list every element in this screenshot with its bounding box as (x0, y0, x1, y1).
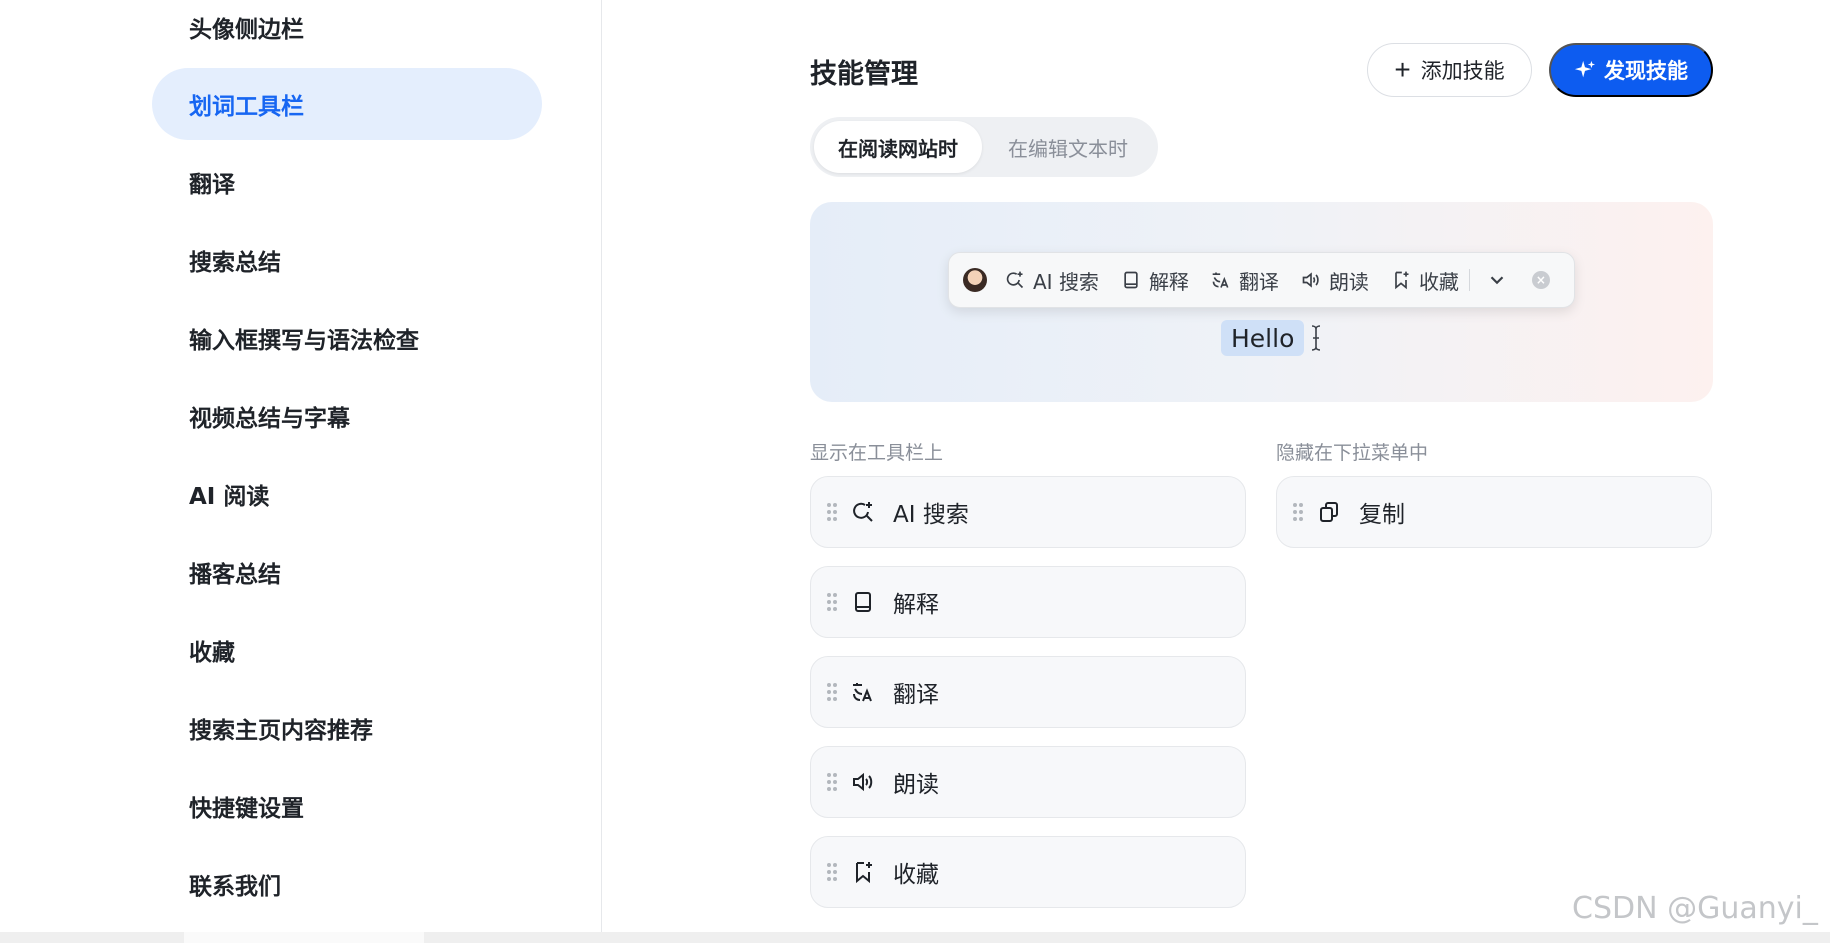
settings-sidebar: 头像侧边栏 划词工具栏 翻译 搜索总结 输入框撰写与语法检查 视频总结与字幕 A… (0, 0, 602, 932)
sidebar-item-selection-toolbar[interactable]: 划词工具栏 (152, 68, 542, 140)
sidebar-item-label: AI 阅读 (189, 484, 270, 510)
scrollbar-thumb[interactable] (184, 932, 424, 943)
skill-card-ai-search[interactable]: AI 搜索 (810, 476, 1246, 548)
translate-icon (853, 683, 872, 702)
drag-handle-icon[interactable] (1291, 501, 1305, 523)
horizontal-scrollbar[interactable] (0, 932, 1830, 943)
skill-card-explain[interactable]: 解释 (810, 566, 1246, 638)
book-icon (855, 592, 871, 612)
sidebar-item-label: 翻译 (189, 172, 235, 198)
toolbar-item-explain: 解释 (1121, 266, 1189, 295)
sidebar-item-ai-reading[interactable]: AI 阅读 (152, 458, 542, 530)
plus-icon: + (1394, 54, 1411, 85)
speaker-icon (853, 772, 873, 792)
bookmark-icon (856, 862, 872, 884)
skill-label: 翻译 (893, 682, 939, 708)
toolbar-item-favorite: 收藏 (1391, 266, 1459, 295)
toolbar-item-ai-search: AI 搜索 (1005, 266, 1099, 295)
speaker-icon (1302, 272, 1319, 288)
shown-skills-label: 显示在工具栏上 (810, 442, 944, 464)
sidebar-item-shortcuts[interactable]: 快捷键设置 (152, 770, 542, 842)
drag-handle-icon[interactable] (825, 771, 839, 793)
sidebar-item-label: 搜索主页内容推荐 (189, 718, 373, 744)
skill-label: 解释 (893, 592, 939, 618)
toolbar-item-read-aloud: 朗读 (1301, 266, 1369, 295)
sidebar-item-contact-us[interactable]: 联系我们 (152, 848, 542, 920)
skill-card-favorite[interactable]: 收藏 (810, 836, 1246, 908)
sidebar-item-search-summary[interactable]: 搜索总结 (152, 224, 542, 296)
skill-label: AI 搜索 (893, 502, 969, 528)
toolbar-item-label: 解释 (1148, 269, 1189, 294)
book-icon (1124, 271, 1138, 289)
sidebar-item-video-summary[interactable]: 视频总结与字幕 (152, 380, 542, 452)
discover-skills-label: 发现技能 (1604, 60, 1688, 83)
sidebar-item-homepage-recommend[interactable]: 搜索主页内容推荐 (152, 692, 542, 764)
toolbar-item-translate: 翻译 (1211, 266, 1279, 295)
avatar (963, 268, 987, 292)
sidebar-item-label: 收藏 (189, 640, 235, 666)
drag-handle-icon[interactable] (825, 861, 839, 883)
tab-editing-text[interactable]: 在编辑文本时 (982, 121, 1154, 173)
copy-icon (1320, 502, 1338, 522)
hidden-skills-label: 隐藏在下拉菜单中 (1276, 442, 1429, 464)
sidebar-item-label: 搜索总结 (189, 250, 281, 276)
context-tabs: 在阅读网站时 在编辑文本时 (810, 117, 1158, 177)
translate-icon (1212, 272, 1229, 288)
toolbar-item-label: AI 搜索 (1033, 269, 1099, 294)
sidebar-item-label: 输入框撰写与语法检查 (189, 328, 419, 354)
drag-handle-icon[interactable] (825, 591, 839, 613)
sidebar-item-translate[interactable]: 翻译 (152, 146, 542, 218)
text-cursor-icon (1311, 325, 1321, 351)
skill-card-copy[interactable]: 复制 (1276, 476, 1712, 548)
toolbar-item-label: 翻译 (1238, 269, 1279, 294)
skill-management-panel: 技能管理 + 添加技能 发现技能 在阅读网站时 在编辑文本时 AI 搜索 解释 … (603, 0, 1830, 932)
search-sparkle-icon (853, 502, 873, 522)
search-sparkle-icon (1006, 271, 1024, 289)
chevron-down-icon (1490, 276, 1504, 285)
skill-card-translate[interactable]: 翻译 (810, 656, 1246, 728)
skill-label: 复制 (1359, 502, 1405, 528)
sidebar-item-label: 划词工具栏 (189, 94, 304, 120)
selected-text: Hello (1221, 320, 1305, 356)
sidebar-item-label: 播客总结 (189, 562, 281, 588)
sidebar-item-label: 视频总结与字幕 (189, 406, 350, 432)
sidebar-item-podcast-summary[interactable]: 播客总结 (152, 536, 542, 608)
discover-skills-button[interactable]: 发现技能 (1549, 43, 1713, 97)
sparkle-icon (1574, 60, 1596, 78)
toolbar-item-label: 朗读 (1328, 269, 1369, 294)
tab-reading-websites[interactable]: 在阅读网站时 (814, 121, 982, 173)
add-skill-button[interactable]: + 添加技能 (1367, 43, 1532, 97)
sidebar-item-writing-grammar[interactable]: 输入框撰写与语法检查 (152, 302, 542, 374)
preview-selection-toolbar: AI 搜索 解释 翻译 朗读 收藏 × (948, 252, 1575, 308)
close-icon: × (1531, 271, 1550, 289)
sidebar-item-label: 快捷键设置 (189, 796, 304, 822)
sidebar-item-label: 头像侧边栏 (189, 17, 304, 43)
add-skill-label: 添加技能 (1420, 60, 1505, 83)
sidebar-item-favorites[interactable]: 收藏 (152, 614, 542, 686)
drag-handle-icon[interactable] (825, 681, 839, 703)
sidebar-item-avatar-sidebar[interactable]: 头像侧边栏 (152, 0, 542, 63)
sidebar-item-label: 联系我们 (189, 874, 281, 900)
toolbar-preview: AI 搜索 解释 翻译 朗读 收藏 × Hello (810, 202, 1713, 402)
bookmark-icon (1395, 271, 1409, 290)
page-title: 技能管理 (810, 59, 918, 90)
drag-handle-icon[interactable] (825, 501, 839, 523)
skill-card-read-aloud[interactable]: 朗读 (810, 746, 1246, 818)
toolbar-item-label: 收藏 (1418, 269, 1459, 294)
toolbar-divider (1468, 269, 1470, 291)
skill-label: 收藏 (893, 862, 939, 888)
watermark: CSDN @Guanyi_ (1572, 891, 1818, 926)
skill-label: 朗读 (893, 772, 939, 798)
